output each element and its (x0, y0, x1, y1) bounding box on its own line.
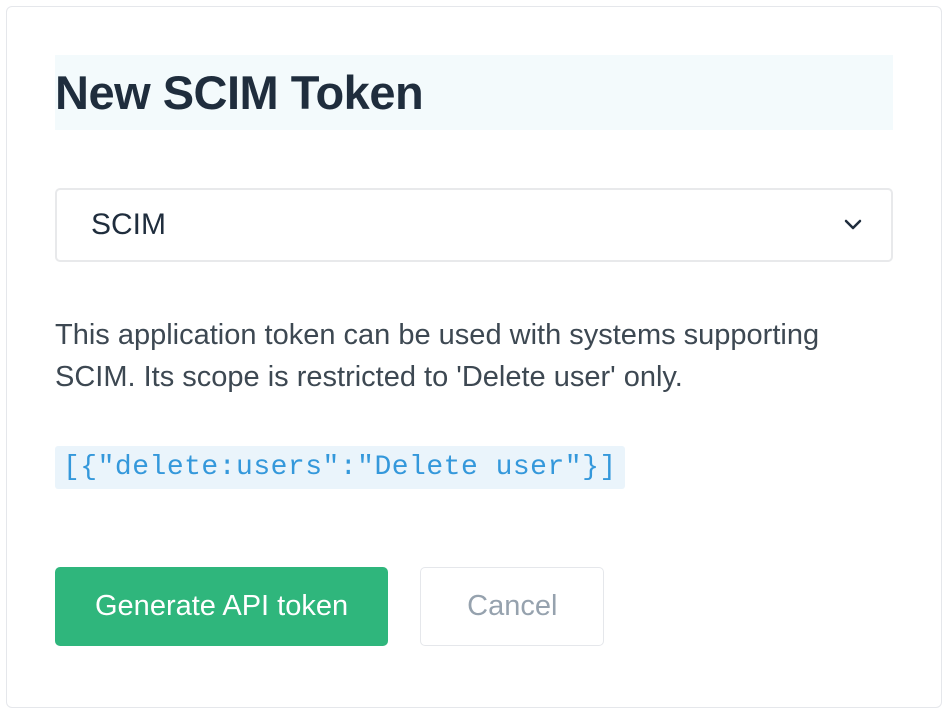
scope-code: [{"delete:users":"Delete user"}] (55, 446, 625, 489)
token-form-card: New SCIM Token SCIM This application tok… (6, 6, 942, 708)
page-title: New SCIM Token (55, 65, 893, 120)
token-type-select[interactable]: SCIM (55, 188, 893, 262)
token-description: This application token can be used with … (55, 314, 893, 398)
cancel-button[interactable]: Cancel (420, 567, 604, 646)
title-bar: New SCIM Token (55, 55, 893, 130)
token-type-value: SCIM (91, 208, 166, 242)
generate-token-button[interactable]: Generate API token (55, 567, 388, 646)
action-row: Generate API token Cancel (55, 567, 893, 646)
chevron-down-icon (843, 215, 863, 235)
